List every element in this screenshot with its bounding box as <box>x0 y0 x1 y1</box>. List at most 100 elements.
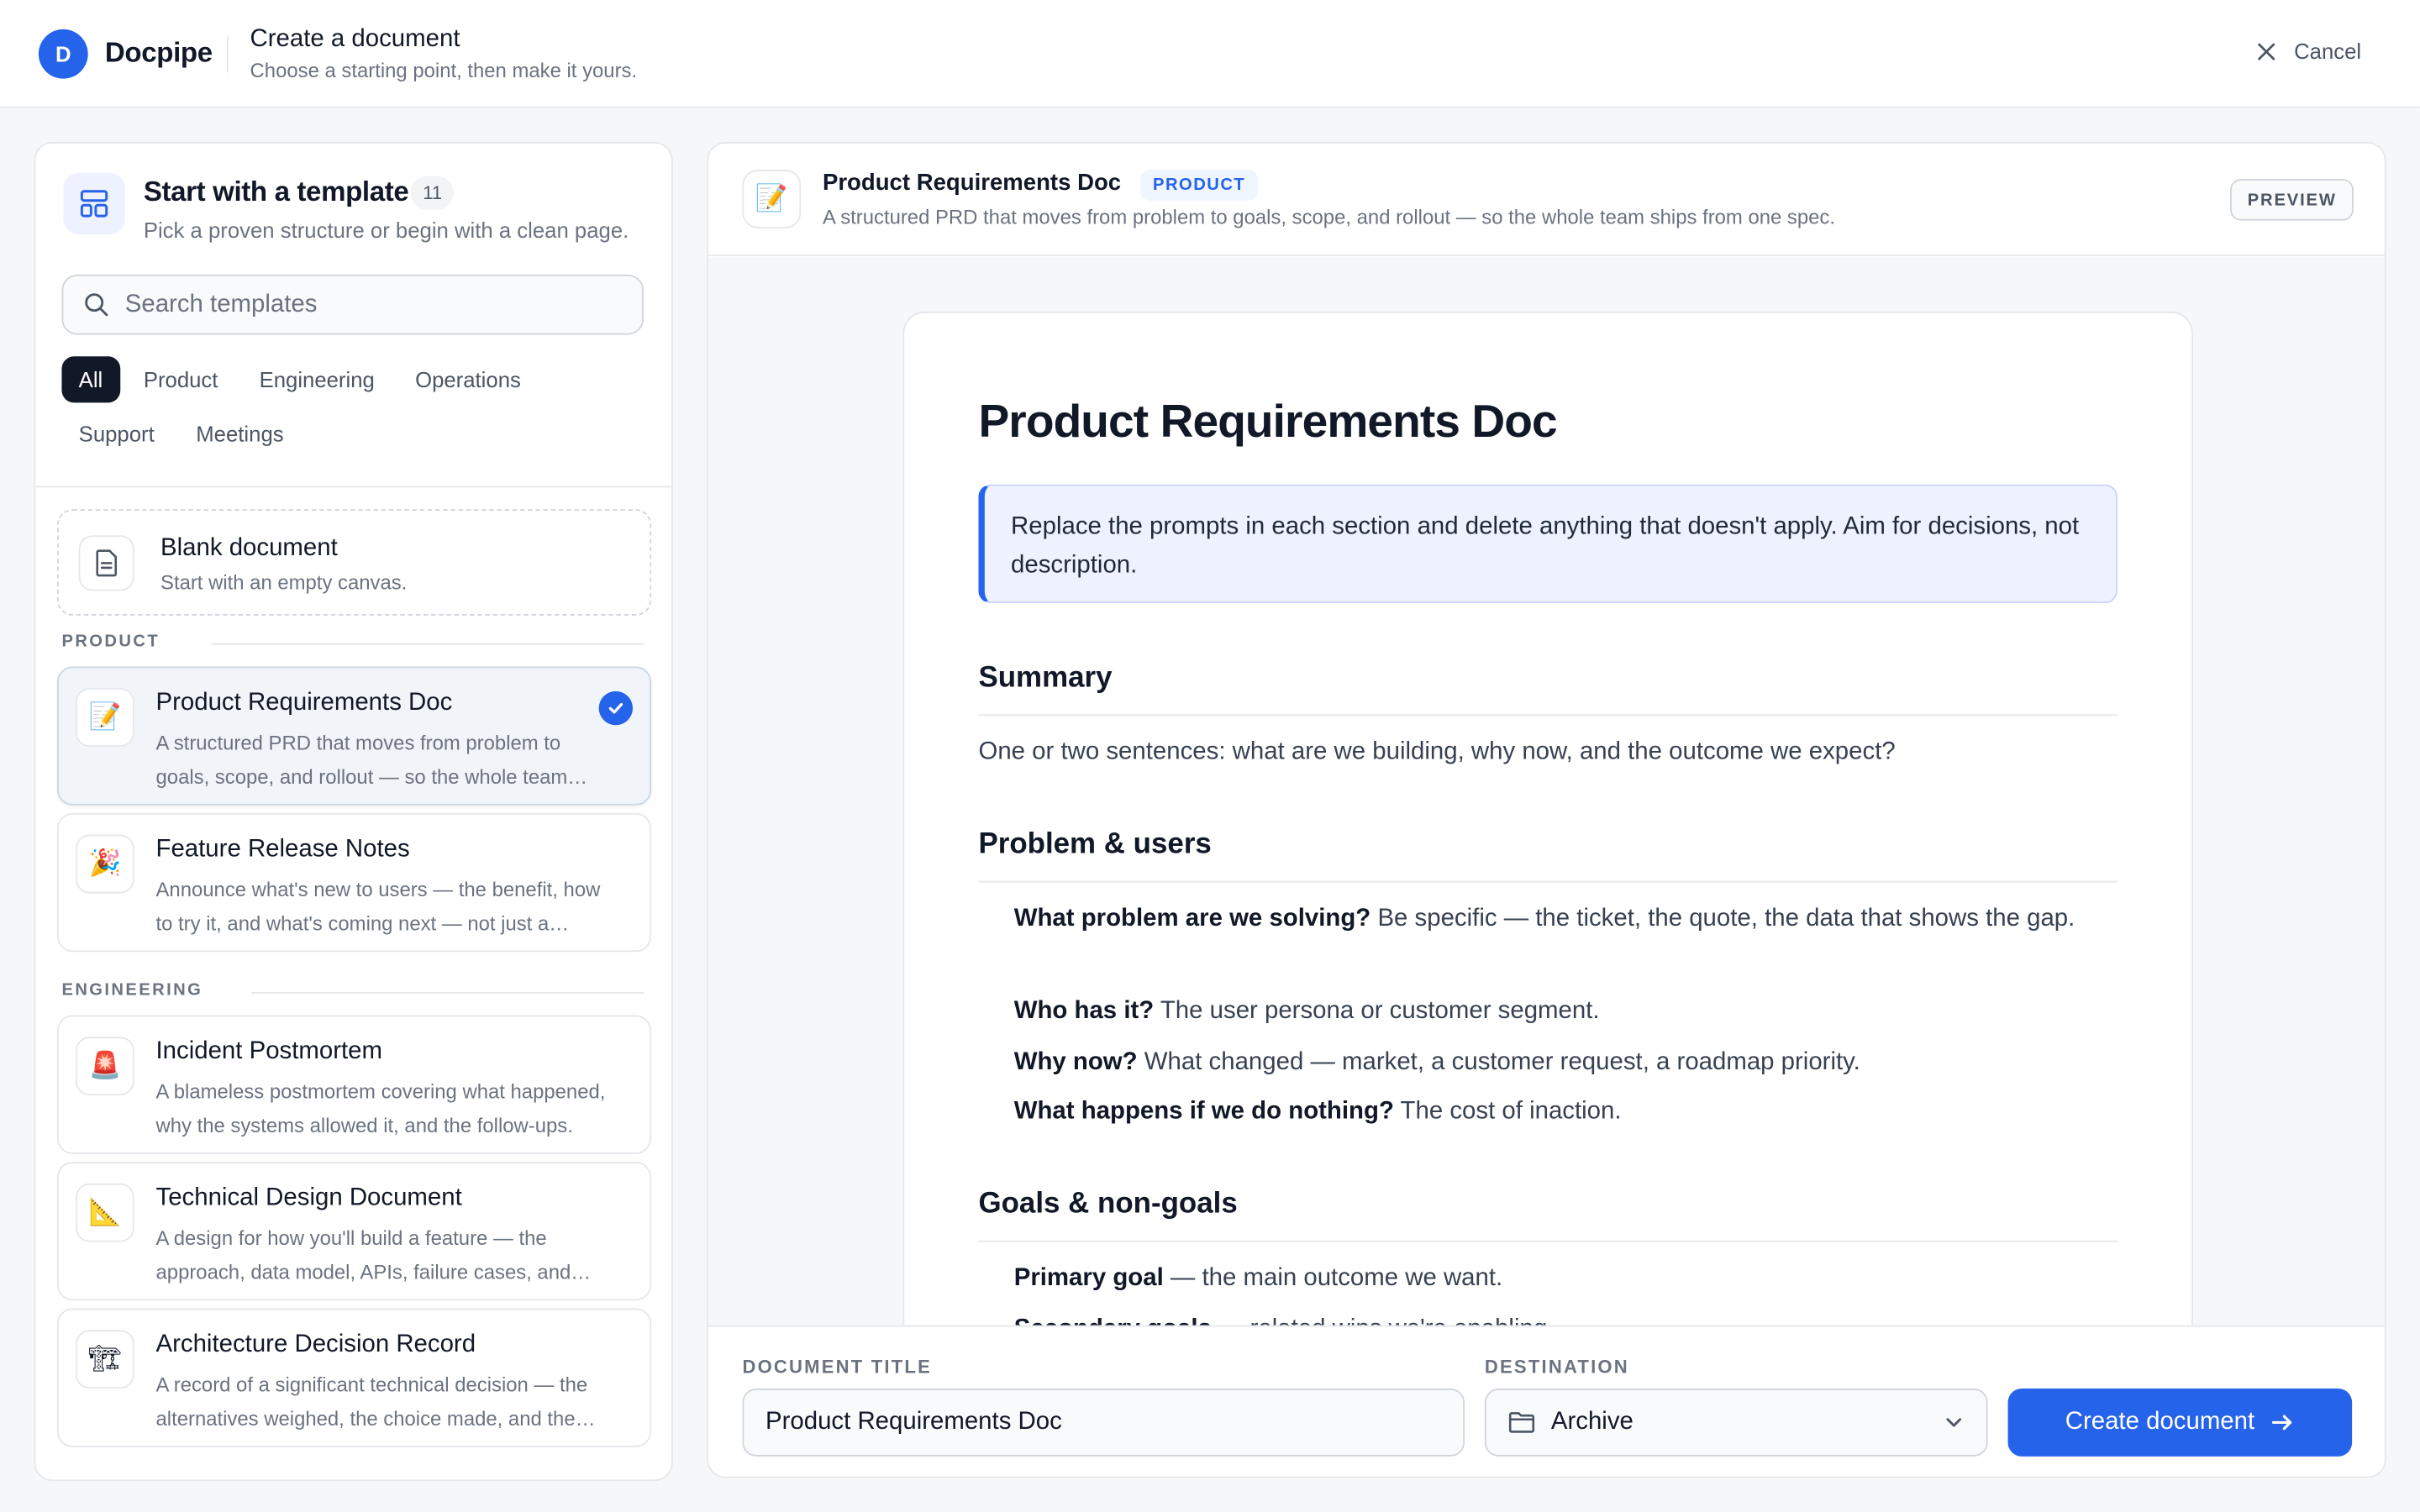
template-card-desc: Announce what's new to users — the benef… <box>155 878 601 936</box>
template-layout-icon <box>63 172 125 235</box>
template-card-technical-design-document[interactable]: 📐 Technical Design Document A design for h… <box>56 1162 652 1301</box>
filter-engineering[interactable]: Engineering <box>242 356 392 402</box>
doc-section-rule <box>978 714 2118 717</box>
sidebar-title: Start with a template <box>143 176 409 207</box>
doc-list-item-text: The cost of inaction. <box>1393 1098 1622 1125</box>
doc-list-item: Why now? What changed — market, a custom… <box>1014 1042 2118 1084</box>
page-title: Create a document <box>250 26 460 53</box>
doc-section-rule <box>978 1240 2118 1242</box>
doc-section-summary: Summary <box>978 661 1113 695</box>
blank-document-desc: Start with an empty canvas. <box>160 570 408 595</box>
top-bar: D Docpipe Create a document Choose a sta… <box>0 0 2420 108</box>
doc-list-item-text: — the main outcome we want. <box>1163 1265 1503 1292</box>
preview-panel: 📝 Product Requirements Doc PRODUCT A str… <box>707 141 2386 1478</box>
doc-callout: Replace the prompts in each section and … <box>978 484 2118 604</box>
template-card-desc: A record of a significant technical deci… <box>155 1373 588 1431</box>
doc-list-item-bold: Primary goal <box>1013 1265 1164 1292</box>
destination-label: DESTINATION <box>1484 1356 1629 1378</box>
filter-product[interactable]: Product <box>127 356 235 402</box>
doc-list-item-text: — related wins we're enabling. <box>1212 1316 1554 1326</box>
doc-list-item-text: What changed — market, a customer reques… <box>1137 1048 1860 1076</box>
document-title-input[interactable] <box>742 1389 1465 1457</box>
search-box[interactable] <box>61 274 644 335</box>
filter-meetings[interactable]: Meetings <box>179 411 301 457</box>
template-card-desc: A design for how you'll build a feature … <box>155 1226 571 1284</box>
doc-list-item-bold: Why now? <box>1013 1048 1138 1076</box>
document-preview-area[interactable]: Product Requirements Doc Replace the pro… <box>708 257 2385 1326</box>
blank-document-card[interactable]: Blank document Start with an empty canva… <box>56 509 652 616</box>
preview-pill: PREVIEW <box>2230 179 2354 221</box>
doc-list-item: What problem are we solving? Be specific… <box>1014 898 2118 940</box>
template-card-title: Architecture Decision Record <box>155 1331 476 1358</box>
template-card-feature-release-notes[interactable]: 🎉 Feature Release Notes Announce what's ne… <box>56 812 652 953</box>
doc-list-item-bold: What problem are we solving? <box>1013 906 1371 932</box>
template-card-title: Incident Postmortem <box>155 1038 383 1065</box>
template-card-desc: A structured PRD that moves from problem… <box>155 731 568 789</box>
blank-document-title: Blank document <box>160 535 338 562</box>
doc-summary-text: One or two sentences: what are we buildi… <box>978 738 1896 766</box>
brand-separator <box>226 35 229 73</box>
memo-icon: 📝 <box>742 170 802 228</box>
document-page: Product Requirements Doc Replace the pro… <box>902 312 2193 1326</box>
doc-section-problem: Problem & users <box>978 828 1212 861</box>
create-document-button[interactable]: Create document <box>2007 1389 2353 1457</box>
template-emoji-icon: 📐 <box>75 1183 134 1242</box>
create-document-label: Create document <box>2065 1408 2255 1436</box>
selected-check-icon <box>598 690 634 726</box>
destination-select[interactable]: Archive <box>1484 1389 1988 1457</box>
template-emoji-icon: 📝 <box>75 688 134 747</box>
template-card-product-requirements-doc[interactable]: 📝 Product Requirements Doc A structured PR… <box>56 666 652 806</box>
chevron-down-icon <box>1946 1418 1962 1427</box>
arrow-right-icon <box>2271 1415 2291 1431</box>
page-subtitle: Choose a starting point, then make it yo… <box>250 58 638 82</box>
category-badge: PRODUCT <box>1140 170 1258 201</box>
template-card-incident-postmortem[interactable]: 🚨 Incident Postmortem A blameless postmort… <box>56 1015 652 1154</box>
filter-operations[interactable]: Operations <box>398 356 538 402</box>
template-emoji-icon: 🚨 <box>75 1037 134 1096</box>
doc-section-goals: Goals & non-goals <box>978 1188 1238 1221</box>
doc-list-item-bold: What happens if we do nothing? <box>1013 1098 1394 1125</box>
doc-list-item-bold: Who has it? <box>1013 998 1155 1025</box>
folder-icon <box>1508 1412 1535 1433</box>
template-card-title: Product Requirements Doc <box>155 690 453 717</box>
template-sidebar: Start with a template 11 Pick a proven s… <box>34 141 673 1482</box>
search-input[interactable] <box>124 291 619 319</box>
document-icon <box>78 535 134 591</box>
group-divider <box>211 643 644 645</box>
doc-list-item: Primary goal — the main outcome we want. <box>1014 1257 2118 1299</box>
doc-list-item: Who has it? The user persona or customer… <box>1014 990 2118 1032</box>
doc-list-item-bold: Secondary goals <box>1014 1316 1212 1326</box>
template-card-desc: A blameless postmortem covering what hap… <box>155 1079 606 1137</box>
doc-section-rule <box>978 880 2118 883</box>
template-card-title: Technical Design Document <box>155 1184 462 1211</box>
template-list: Blank document Start with an empty canva… <box>35 487 671 1479</box>
cancel-label: Cancel <box>2294 38 2362 64</box>
group-label-engineering: ENGINEERING <box>61 981 203 1000</box>
preview-subtitle: A structured PRD that moves from problem… <box>822 205 1836 228</box>
search-icon <box>85 293 108 317</box>
group-label-product: PRODUCT <box>61 633 160 652</box>
document-title-label: DOCUMENT TITLE <box>742 1356 932 1378</box>
template-count-badge: 11 <box>410 176 455 210</box>
template-emoji-icon: 🏗 <box>75 1330 134 1389</box>
preview-title: Product Requirements Doc <box>822 170 1122 197</box>
template-emoji-icon: 🎉 <box>75 834 134 894</box>
preview-header: 📝 Product Requirements Doc PRODUCT A str… <box>708 144 2385 256</box>
group-divider <box>251 991 644 994</box>
doc-list-item: What happens if we do nothing? The cost … <box>1014 1091 2118 1133</box>
close-icon <box>2258 42 2275 60</box>
doc-list-item-text: The user persona or customer segment. <box>1154 998 1600 1025</box>
logo-badge: D <box>38 29 88 79</box>
filter-support[interactable]: Support <box>61 411 171 457</box>
filter-all[interactable]: All <box>61 356 120 403</box>
doc-list-item-text: Be specific — the ticket, the quote, the… <box>1370 906 2075 932</box>
app-root: D Docpipe Create a document Choose a sta… <box>0 0 2420 1512</box>
brand-name: Docpipe <box>104 37 213 68</box>
template-card-title: Feature Release Notes <box>155 836 410 863</box>
doc-heading: Product Requirements Doc <box>978 396 1557 448</box>
cancel-button[interactable]: Cancel <box>2255 39 2361 63</box>
template-card-architecture-decision-record[interactable]: 🏗 Architecture Decision Record A record of… <box>56 1308 652 1447</box>
sidebar-subtitle: Pick a proven structure or begin with a … <box>143 217 629 243</box>
destination-value: Archive <box>1550 1408 1634 1436</box>
doc-list-item: Secondary goals — related wins we're ena… <box>1014 1309 2118 1326</box>
